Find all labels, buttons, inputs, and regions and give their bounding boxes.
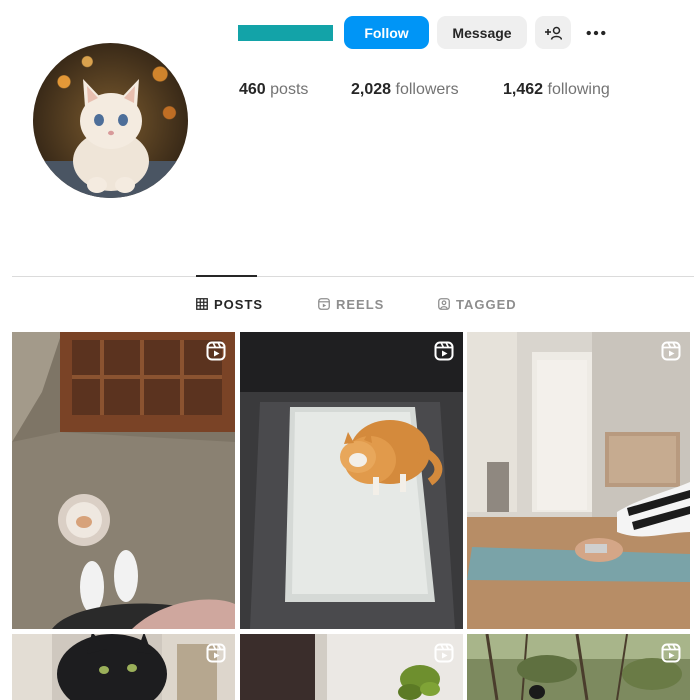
post-tile[interactable] xyxy=(240,332,463,629)
reel-icon xyxy=(206,341,226,361)
followers-count-value: 2,028 xyxy=(351,81,392,98)
tab-posts-label: POSTS xyxy=(214,296,264,312)
post-tile[interactable] xyxy=(467,634,690,700)
username-redaction xyxy=(238,25,333,41)
followers-count[interactable]: 2,028 followers xyxy=(351,81,459,99)
add-user-button[interactable] xyxy=(535,16,571,49)
follow-button[interactable]: Follow xyxy=(344,16,429,49)
tab-reels[interactable]: REELS xyxy=(318,296,384,312)
reel-icon xyxy=(661,643,681,663)
message-button[interactable]: Message xyxy=(437,16,527,49)
more-options-icon xyxy=(586,30,606,35)
post-thumbnail xyxy=(12,332,235,629)
following-count[interactable]: 1,462 following xyxy=(503,81,610,99)
post-thumbnail xyxy=(467,332,690,629)
post-tile[interactable] xyxy=(12,332,235,629)
more-options-button[interactable] xyxy=(580,16,612,49)
reel-icon xyxy=(434,341,454,361)
post-tile[interactable] xyxy=(467,332,690,629)
post-thumbnail xyxy=(467,634,690,700)
reels-icon xyxy=(318,298,330,310)
tab-tagged-label: TAGGED xyxy=(456,296,517,312)
reel-icon xyxy=(434,643,454,663)
following-count-value: 1,462 xyxy=(503,81,544,98)
add-user-icon xyxy=(545,26,562,40)
posts-count-label: posts xyxy=(270,81,309,98)
reel-icon xyxy=(661,341,681,361)
post-thumbnail xyxy=(12,634,235,700)
posts-count-value: 460 xyxy=(239,81,266,98)
following-count-label: following xyxy=(547,81,610,98)
post-thumbnail xyxy=(240,332,463,629)
posts-count: 460 posts xyxy=(239,81,308,99)
post-tile[interactable] xyxy=(240,634,463,700)
tab-tagged[interactable]: TAGGED xyxy=(438,296,517,312)
reel-icon xyxy=(206,643,226,663)
tagged-icon xyxy=(438,298,450,310)
tabs-divider xyxy=(12,276,694,277)
profile-avatar[interactable] xyxy=(33,43,188,198)
active-tab-indicator xyxy=(196,275,257,277)
grid-icon xyxy=(196,298,208,310)
kitten-photo xyxy=(33,79,188,198)
tab-reels-label: REELS xyxy=(336,296,385,312)
followers-count-label: followers xyxy=(395,81,459,98)
post-tile[interactable] xyxy=(12,634,235,700)
tab-posts[interactable]: POSTS xyxy=(196,296,263,312)
post-thumbnail xyxy=(240,634,463,700)
